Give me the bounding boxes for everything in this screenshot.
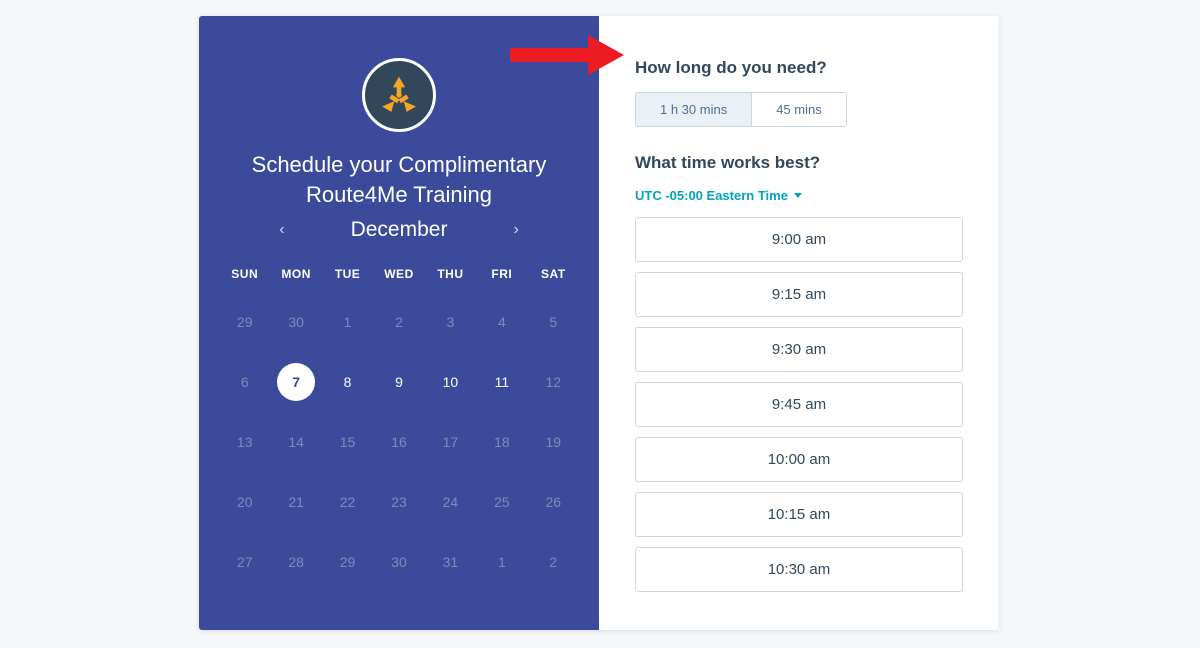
calendar-grid: SUNMONTUEWEDTHUFRISAT2930123456789101112…	[219, 267, 579, 581]
calendar-day: 2	[528, 543, 579, 581]
time-slot-list: 9:00 am 9:15 am 9:30 am 9:45 am 10:00 am 10:1…	[635, 217, 963, 592]
calendar-day: 4	[476, 303, 527, 341]
calendar-day[interactable]: 11	[476, 363, 527, 401]
route4me-arrows-icon	[376, 72, 422, 118]
time-slot[interactable]: 10:00 am	[635, 437, 963, 482]
calendar-day: 23	[373, 483, 424, 521]
duration-option[interactable]: 1 h 30 mins	[636, 93, 752, 126]
next-month-button[interactable]: ›	[507, 215, 524, 245]
calendar-panel: Schedule your Complimentary Route4Me Tra…	[199, 16, 599, 630]
calendar-day: 2	[373, 303, 424, 341]
time-slot[interactable]: 10:15 am	[635, 492, 963, 537]
calendar-day: 24	[425, 483, 476, 521]
month-switcher: ‹ December ›	[219, 215, 579, 245]
calendar-day: 26	[528, 483, 579, 521]
duration-question: How long do you need?	[635, 58, 963, 78]
time-slot[interactable]: 9:15 am	[635, 272, 963, 317]
calendar-day: 29	[322, 543, 373, 581]
weekday-header: MON	[270, 267, 321, 281]
calendar-day[interactable]: 8	[322, 363, 373, 401]
weekday-header: SUN	[219, 267, 270, 281]
calendar-day: 12	[528, 363, 579, 401]
timezone-dropdown[interactable]: UTC -05:00 Eastern Time	[635, 188, 802, 203]
calendar-day: 22	[322, 483, 373, 521]
duration-option[interactable]: 45 mins	[752, 93, 846, 126]
calendar-day: 31	[425, 543, 476, 581]
calendar-day: 3	[425, 303, 476, 341]
prev-month-button[interactable]: ‹	[273, 215, 290, 245]
weekday-header: THU	[425, 267, 476, 281]
time-slot[interactable]: 9:00 am	[635, 217, 963, 262]
weekday-header: WED	[373, 267, 424, 281]
calendar-day: 28	[270, 543, 321, 581]
calendar-day: 16	[373, 423, 424, 461]
weekday-header: FRI	[476, 267, 527, 281]
time-panel: How long do you need? 1 h 30 mins45 mins…	[599, 16, 999, 630]
timezone-label: UTC -05:00 Eastern Time	[635, 188, 788, 203]
calendar-day: 19	[528, 423, 579, 461]
time-slot[interactable]: 10:30 am	[635, 547, 963, 592]
calendar-day: 20	[219, 483, 270, 521]
calendar-day: 18	[476, 423, 527, 461]
calendar-day: 6	[219, 363, 270, 401]
calendar-day: 1	[322, 303, 373, 341]
duration-toggle: 1 h 30 mins45 mins	[635, 92, 847, 127]
weekday-header: SAT	[528, 267, 579, 281]
time-slot[interactable]: 9:45 am	[635, 382, 963, 427]
calendar-day: 21	[270, 483, 321, 521]
weekday-header: TUE	[322, 267, 373, 281]
chevron-down-icon	[794, 193, 802, 198]
calendar-day[interactable]: 9	[373, 363, 424, 401]
time-question: What time works best?	[635, 153, 963, 173]
calendar-day: 30	[373, 543, 424, 581]
calendar-day: 13	[219, 423, 270, 461]
calendar-day: 30	[270, 303, 321, 341]
calendar-day[interactable]: 7	[270, 363, 321, 401]
calendar-day: 25	[476, 483, 527, 521]
calendar-day: 15	[322, 423, 373, 461]
calendar-day: 17	[425, 423, 476, 461]
calendar-day[interactable]: 10	[425, 363, 476, 401]
current-month: December	[351, 218, 448, 242]
calendar-day: 1	[476, 543, 527, 581]
calendar-day: 29	[219, 303, 270, 341]
time-slot[interactable]: 9:30 am	[635, 327, 963, 372]
brand-logo	[362, 58, 436, 132]
calendar-day: 14	[270, 423, 321, 461]
scheduler-widget: Schedule your Complimentary Route4Me Tra…	[199, 16, 999, 630]
scheduler-title: Schedule your Complimentary Route4Me Tra…	[244, 150, 554, 209]
calendar-day: 5	[528, 303, 579, 341]
calendar-day: 27	[219, 543, 270, 581]
